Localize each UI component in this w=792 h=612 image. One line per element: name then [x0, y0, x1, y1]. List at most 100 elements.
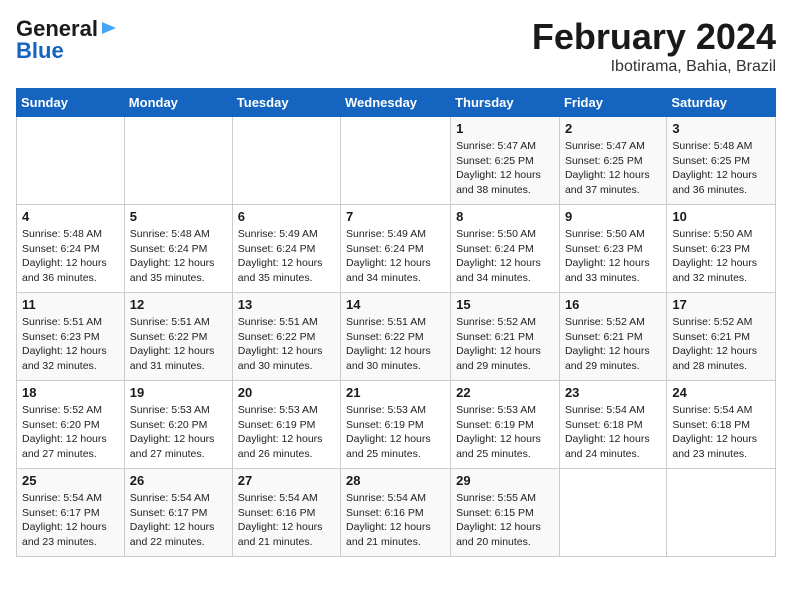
day-info: Sunrise: 5:54 AM Sunset: 6:18 PM Dayligh…	[565, 403, 661, 462]
day-info: Sunrise: 5:48 AM Sunset: 6:24 PM Dayligh…	[130, 227, 227, 286]
day-info: Sunrise: 5:51 AM Sunset: 6:22 PM Dayligh…	[130, 315, 227, 374]
day-number: 26	[130, 473, 227, 488]
logo: General Blue	[16, 16, 118, 64]
day-info: Sunrise: 5:54 AM Sunset: 6:17 PM Dayligh…	[130, 491, 227, 550]
day-number: 8	[456, 209, 554, 224]
calendar-cell: 24 Sunrise: 5:54 AM Sunset: 6:18 PM Dayli…	[667, 381, 776, 469]
calendar-cell: 28 Sunrise: 5:54 AM Sunset: 6:16 PM Dayli…	[341, 469, 451, 557]
calendar-cell: 8 Sunrise: 5:50 AM Sunset: 6:24 PM Daylig…	[451, 205, 560, 293]
day-info: Sunrise: 5:49 AM Sunset: 6:24 PM Dayligh…	[238, 227, 335, 286]
day-number: 29	[456, 473, 554, 488]
day-info: Sunrise: 5:51 AM Sunset: 6:23 PM Dayligh…	[22, 315, 119, 374]
calendar-cell	[341, 117, 451, 205]
day-info: Sunrise: 5:50 AM Sunset: 6:23 PM Dayligh…	[672, 227, 770, 286]
day-number: 13	[238, 297, 335, 312]
calendar-cell: 29 Sunrise: 5:55 AM Sunset: 6:15 PM Dayli…	[451, 469, 560, 557]
day-of-week-header: Tuesday	[232, 89, 340, 117]
calendar-cell: 22 Sunrise: 5:53 AM Sunset: 6:19 PM Dayli…	[451, 381, 560, 469]
logo-arrow-icon	[100, 19, 118, 37]
day-info: Sunrise: 5:52 AM Sunset: 6:21 PM Dayligh…	[456, 315, 554, 374]
day-number: 24	[672, 385, 770, 400]
day-info: Sunrise: 5:52 AM Sunset: 6:20 PM Dayligh…	[22, 403, 119, 462]
day-number: 25	[22, 473, 119, 488]
day-of-week-header: Saturday	[667, 89, 776, 117]
day-info: Sunrise: 5:54 AM Sunset: 6:17 PM Dayligh…	[22, 491, 119, 550]
calendar-week-row: 11 Sunrise: 5:51 AM Sunset: 6:23 PM Dayli…	[17, 293, 776, 381]
calendar-cell: 26 Sunrise: 5:54 AM Sunset: 6:17 PM Dayli…	[124, 469, 232, 557]
calendar-cell: 3 Sunrise: 5:48 AM Sunset: 6:25 PM Daylig…	[667, 117, 776, 205]
day-number: 7	[346, 209, 445, 224]
day-number: 1	[456, 121, 554, 136]
calendar-week-row: 1 Sunrise: 5:47 AM Sunset: 6:25 PM Daylig…	[17, 117, 776, 205]
day-info: Sunrise: 5:52 AM Sunset: 6:21 PM Dayligh…	[565, 315, 661, 374]
day-info: Sunrise: 5:54 AM Sunset: 6:16 PM Dayligh…	[238, 491, 335, 550]
day-number: 17	[672, 297, 770, 312]
calendar-cell: 12 Sunrise: 5:51 AM Sunset: 6:22 PM Dayli…	[124, 293, 232, 381]
day-number: 16	[565, 297, 661, 312]
day-number: 9	[565, 209, 661, 224]
calendar-table: SundayMondayTuesdayWednesdayThursdayFrid…	[16, 88, 776, 557]
logo-blue-text: Blue	[16, 38, 64, 64]
calendar-cell: 21Sunrise: 5:53 AM Sunset: 6:19 PM Dayli…	[341, 381, 451, 469]
calendar-week-row: 25 Sunrise: 5:54 AM Sunset: 6:17 PM Dayli…	[17, 469, 776, 557]
day-info: Sunrise: 5:53 AM Sunset: 6:19 PM Dayligh…	[346, 403, 445, 462]
day-info: Sunrise: 5:52 AM Sunset: 6:21 PM Dayligh…	[672, 315, 770, 374]
calendar-cell	[232, 117, 340, 205]
day-info: Sunrise: 5:47 AM Sunset: 6:25 PM Dayligh…	[456, 139, 554, 198]
location-subtitle: Ibotirama, Bahia, Brazil	[532, 58, 776, 76]
calendar-cell: 20Sunrise: 5:53 AM Sunset: 6:19 PM Dayli…	[232, 381, 340, 469]
day-info: Sunrise: 5:53 AM Sunset: 6:20 PM Dayligh…	[130, 403, 227, 462]
day-info: Sunrise: 5:51 AM Sunset: 6:22 PM Dayligh…	[238, 315, 335, 374]
calendar-cell: 13 Sunrise: 5:51 AM Sunset: 6:22 PM Dayli…	[232, 293, 340, 381]
day-info: Sunrise: 5:47 AM Sunset: 6:25 PM Dayligh…	[565, 139, 661, 198]
calendar-cell: 15Sunrise: 5:52 AM Sunset: 6:21 PM Dayli…	[451, 293, 560, 381]
day-number: 28	[346, 473, 445, 488]
calendar-cell: 17 Sunrise: 5:52 AM Sunset: 6:21 PM Dayli…	[667, 293, 776, 381]
calendar-cell: 18 Sunrise: 5:52 AM Sunset: 6:20 PM Dayli…	[17, 381, 125, 469]
month-year-title: February 2024	[532, 16, 776, 58]
day-of-week-header: Wednesday	[341, 89, 451, 117]
calendar-week-row: 4Sunrise: 5:48 AM Sunset: 6:24 PM Daylig…	[17, 205, 776, 293]
day-info: Sunrise: 5:51 AM Sunset: 6:22 PM Dayligh…	[346, 315, 445, 374]
calendar-cell: 7 Sunrise: 5:49 AM Sunset: 6:24 PM Daylig…	[341, 205, 451, 293]
day-number: 18	[22, 385, 119, 400]
calendar-cell: 16 Sunrise: 5:52 AM Sunset: 6:21 PM Dayli…	[559, 293, 666, 381]
day-info: Sunrise: 5:48 AM Sunset: 6:24 PM Dayligh…	[22, 227, 119, 286]
calendar-week-row: 18 Sunrise: 5:52 AM Sunset: 6:20 PM Dayli…	[17, 381, 776, 469]
day-info: Sunrise: 5:54 AM Sunset: 6:18 PM Dayligh…	[672, 403, 770, 462]
calendar-cell	[17, 117, 125, 205]
day-info: Sunrise: 5:50 AM Sunset: 6:24 PM Dayligh…	[456, 227, 554, 286]
calendar-cell: 19 Sunrise: 5:53 AM Sunset: 6:20 PM Dayli…	[124, 381, 232, 469]
calendar-cell: 4Sunrise: 5:48 AM Sunset: 6:24 PM Daylig…	[17, 205, 125, 293]
calendar-cell: 9 Sunrise: 5:50 AM Sunset: 6:23 PM Daylig…	[559, 205, 666, 293]
day-info: Sunrise: 5:53 AM Sunset: 6:19 PM Dayligh…	[238, 403, 335, 462]
day-number: 19	[130, 385, 227, 400]
day-number: 23	[565, 385, 661, 400]
calendar-cell: 5 Sunrise: 5:48 AM Sunset: 6:24 PM Daylig…	[124, 205, 232, 293]
calendar-cell: 11 Sunrise: 5:51 AM Sunset: 6:23 PM Dayli…	[17, 293, 125, 381]
day-number: 5	[130, 209, 227, 224]
calendar-cell	[124, 117, 232, 205]
calendar-cell: 10Sunrise: 5:50 AM Sunset: 6:23 PM Dayli…	[667, 205, 776, 293]
calendar-cell: 6 Sunrise: 5:49 AM Sunset: 6:24 PM Daylig…	[232, 205, 340, 293]
day-info: Sunrise: 5:53 AM Sunset: 6:19 PM Dayligh…	[456, 403, 554, 462]
day-of-week-header: Friday	[559, 89, 666, 117]
title-block: February 2024 Ibotirama, Bahia, Brazil	[532, 16, 776, 76]
day-number: 11	[22, 297, 119, 312]
calendar-cell: 1 Sunrise: 5:47 AM Sunset: 6:25 PM Daylig…	[451, 117, 560, 205]
day-info: Sunrise: 5:54 AM Sunset: 6:16 PM Dayligh…	[346, 491, 445, 550]
day-number: 2	[565, 121, 661, 136]
day-number: 6	[238, 209, 335, 224]
day-number: 22	[456, 385, 554, 400]
day-info: Sunrise: 5:49 AM Sunset: 6:24 PM Dayligh…	[346, 227, 445, 286]
day-of-week-header: Thursday	[451, 89, 560, 117]
day-number: 3	[672, 121, 770, 136]
day-info: Sunrise: 5:48 AM Sunset: 6:25 PM Dayligh…	[672, 139, 770, 198]
day-number: 27	[238, 473, 335, 488]
calendar-cell	[559, 469, 666, 557]
calendar-cell	[667, 469, 776, 557]
day-info: Sunrise: 5:50 AM Sunset: 6:23 PM Dayligh…	[565, 227, 661, 286]
calendar-cell: 14Sunrise: 5:51 AM Sunset: 6:22 PM Dayli…	[341, 293, 451, 381]
day-number: 12	[130, 297, 227, 312]
day-info: Sunrise: 5:55 AM Sunset: 6:15 PM Dayligh…	[456, 491, 554, 550]
